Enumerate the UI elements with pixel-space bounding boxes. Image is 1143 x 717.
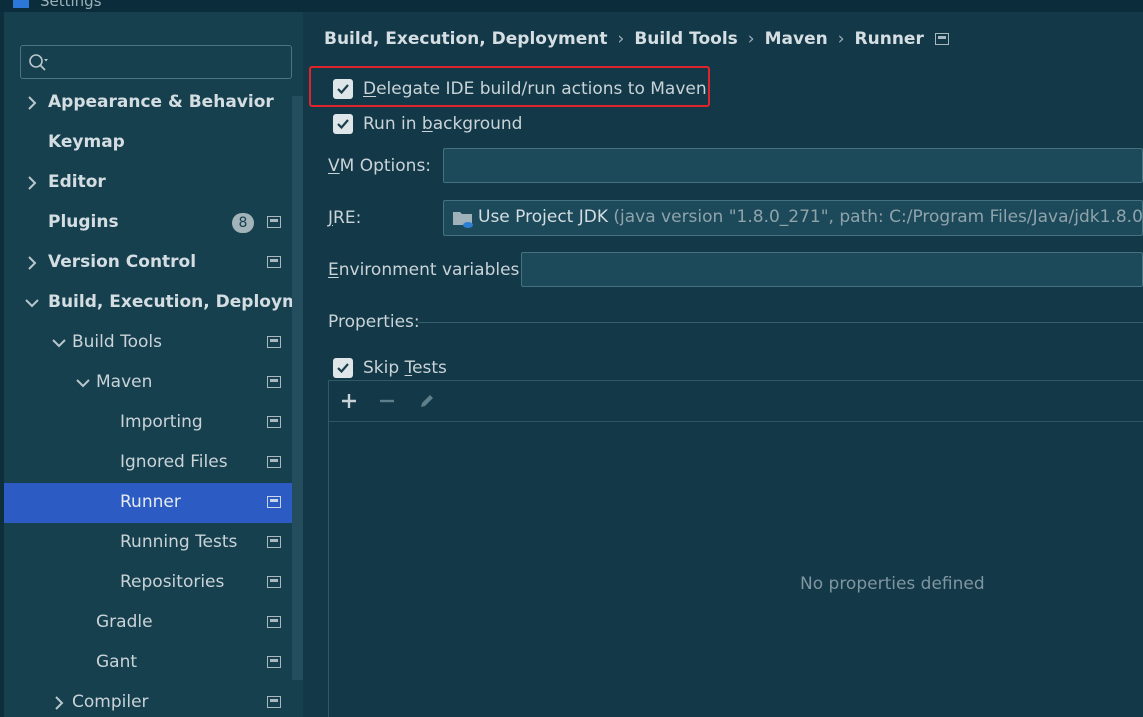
tree-item-plugins[interactable]: Plugins 8: [8, 203, 293, 243]
tree-item-label: Editor: [48, 172, 106, 192]
tree-item-version-control[interactable]: Version Control: [8, 243, 293, 283]
title-bar: Settings: [0, 0, 1143, 12]
properties-label: Properties:: [328, 312, 420, 332]
env-vars-label: Environment variables:: [328, 260, 526, 280]
chevron-down-icon[interactable]: [24, 295, 40, 311]
chevron-down-icon[interactable]: [51, 335, 67, 351]
properties-table: [328, 380, 1143, 717]
tree-item-label: Maven: [96, 372, 153, 392]
tree-item-label: Plugins: [48, 212, 119, 232]
tree-item-gant[interactable]: Gant: [8, 643, 293, 683]
empty-state-text: No properties defined: [800, 574, 985, 594]
tree-item-label: Ignored Files: [120, 452, 228, 472]
tree-item-build-execution-deployment[interactable]: Build, Execution, Deployme: [8, 283, 303, 323]
project-settings-icon: [267, 656, 281, 668]
jre-value: Use Project JDK (java version "1.8.0_271…: [478, 207, 1143, 227]
breadcrumb-separator: ›: [617, 29, 625, 49]
chevron-right-icon[interactable]: [24, 175, 40, 191]
properties-separator: [418, 322, 1143, 323]
tree-item-compiler[interactable]: Compiler: [8, 683, 293, 717]
add-icon[interactable]: [339, 391, 359, 411]
env-vars-field[interactable]: [521, 252, 1143, 287]
tree-item-editor[interactable]: Editor: [8, 163, 293, 203]
project-settings-icon: [267, 456, 281, 468]
project-settings-icon: [267, 256, 281, 268]
project-settings-icon: [267, 336, 281, 348]
breadcrumb-item: Runner: [854, 29, 924, 49]
window-title: Settings: [40, 0, 102, 10]
settings-search[interactable]: [20, 45, 292, 79]
breadcrumb: Build, Execution, Deployment › Build Tools…: [324, 29, 950, 55]
skip-tests-checkbox[interactable]: [333, 358, 353, 378]
tree-item-runner[interactable]: Runner: [4, 483, 302, 523]
skip-tests-label[interactable]: Skip Tests: [363, 358, 447, 378]
updates-count-badge: 8: [232, 213, 254, 233]
vm-options-field[interactable]: [443, 148, 1143, 183]
chevron-down-icon[interactable]: [75, 375, 91, 391]
tree-item-label: Compiler: [72, 692, 149, 712]
checkmark-icon: [337, 119, 349, 130]
project-settings-icon: [267, 696, 281, 708]
vm-options-label: VM Options:: [328, 156, 432, 176]
tree-item-label: Repositories: [120, 572, 225, 592]
tree-item-maven[interactable]: Maven: [8, 363, 293, 403]
tree-item-label: Running Tests: [120, 532, 238, 552]
edit-icon[interactable]: [417, 391, 437, 411]
tree-item-label: Build, Execution, Deployme: [48, 292, 303, 312]
jre-select[interactable]: Use Project JDK (java version "1.8.0_271…: [443, 200, 1143, 236]
checkmark-icon: [337, 84, 349, 95]
project-settings-icon: [267, 576, 281, 588]
tree-item-keymap[interactable]: Keymap: [8, 123, 293, 163]
jre-label: JRE:: [328, 208, 362, 228]
breadcrumb-separator: ›: [747, 29, 755, 49]
tree-item-label: Importing: [120, 412, 203, 432]
remove-icon[interactable]: [377, 391, 397, 411]
jdk-folder-icon: [453, 212, 473, 228]
project-settings-icon: [935, 33, 950, 45]
tree-item-label: Keymap: [48, 132, 125, 152]
project-settings-icon: [267, 216, 281, 228]
breadcrumb-item: Build Tools: [634, 29, 738, 49]
tree-item-label: Appearance & Behavior: [48, 92, 274, 112]
tree-item-label: Gant: [96, 652, 138, 672]
project-settings-icon: [267, 536, 281, 548]
tree-item-repositories[interactable]: Repositories: [8, 563, 293, 603]
properties-toolbar: [329, 381, 1143, 422]
breadcrumb-separator: ›: [837, 29, 845, 49]
chevron-right-icon[interactable]: [24, 255, 40, 271]
run-in-background-label[interactable]: Run in background: [363, 114, 522, 134]
settings-sidebar: Appearance & Behavior Keymap Editor Plug…: [4, 12, 303, 717]
checkmark-icon: [337, 363, 349, 374]
project-settings-icon: [267, 376, 281, 388]
run-in-background-checkbox[interactable]: [333, 114, 353, 134]
tree-item-label: Runner: [120, 492, 181, 512]
project-settings-icon: [267, 496, 281, 508]
search-input[interactable]: [57, 50, 289, 76]
sidebar-scrollbar[interactable]: [292, 96, 303, 680]
tree-item-label: Build Tools: [72, 332, 162, 352]
tree-item-label: Version Control: [48, 252, 197, 272]
project-settings-icon: [267, 416, 281, 428]
project-settings-icon: [267, 616, 281, 628]
delegate-checkbox[interactable]: [333, 79, 353, 99]
app-icon: [13, 0, 29, 8]
breadcrumb-item: Build, Execution, Deployment: [324, 29, 608, 49]
tree-item-importing[interactable]: Importing: [8, 403, 293, 443]
tree-item-ignored-files[interactable]: Ignored Files: [8, 443, 293, 483]
tree-item-label: Gradle: [96, 612, 153, 632]
tree-item-running-tests[interactable]: Running Tests: [8, 523, 293, 563]
chevron-right-icon[interactable]: [51, 695, 67, 711]
tree-item-appearance-behavior[interactable]: Appearance & Behavior: [8, 83, 293, 123]
search-icon[interactable]: [27, 51, 49, 73]
tree-item-build-tools[interactable]: Build Tools: [8, 323, 293, 363]
tree-item-gradle[interactable]: Gradle: [8, 603, 293, 643]
delegate-label[interactable]: Delegate IDE build/run actions to Maven: [363, 79, 707, 99]
chevron-right-icon[interactable]: [24, 95, 40, 111]
breadcrumb-item: Maven: [764, 29, 828, 49]
